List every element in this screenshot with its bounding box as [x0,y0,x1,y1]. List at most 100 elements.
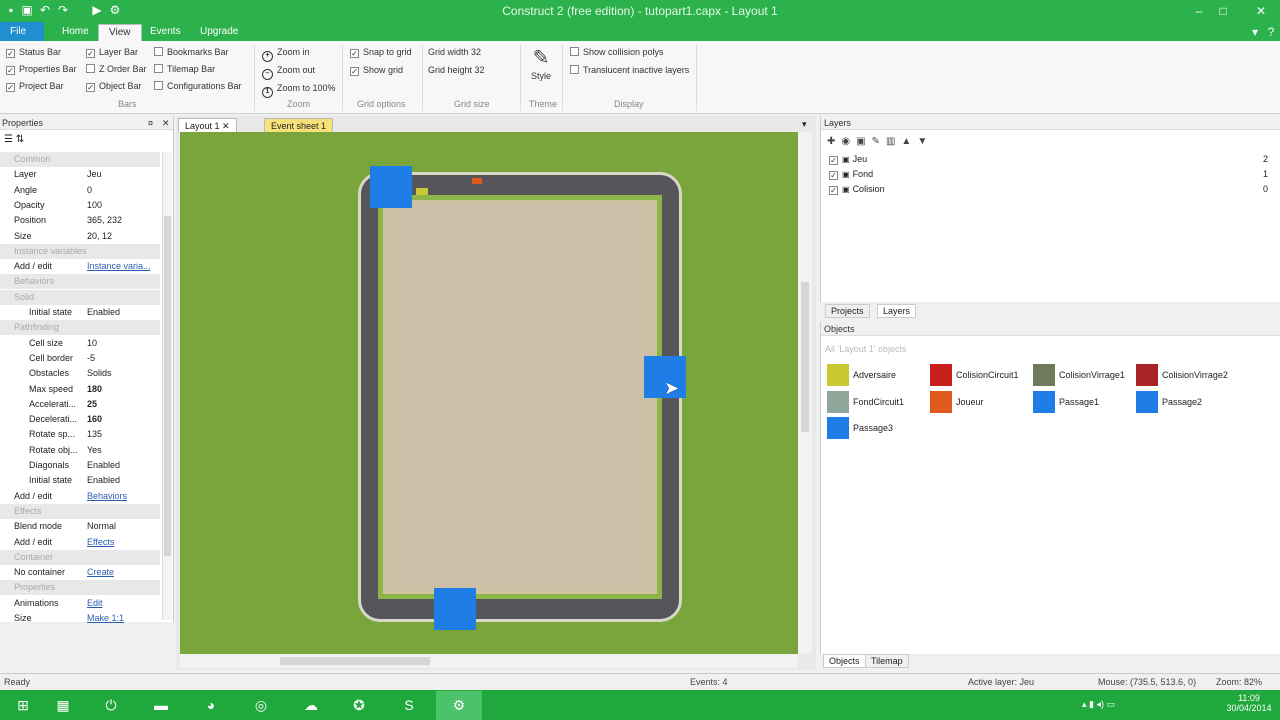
property-value[interactable]: Normal [87,521,116,531]
lock-icon[interactable]: ▣ [842,185,850,194]
object-item[interactable]: Passage1 [1033,390,1133,413]
lock-icon[interactable]: ▣ [856,136,871,147]
tab-event-sheet-1[interactable]: Event sheet 1 [264,118,334,132]
tab-projects[interactable]: Projects [825,304,870,318]
delete-icon[interactable]: ▥ [886,136,901,147]
layer-row[interactable]: ✓ ▣ Colision 0 [829,184,1279,198]
scrollbar-thumb[interactable] [801,282,809,432]
property-section[interactable]: Solid [0,289,160,305]
checkbox-icon[interactable]: ✓ [829,156,838,165]
zoom-in-button[interactable]: + Zoom in [262,47,310,62]
property-link[interactable]: Create [87,567,114,577]
tab-upgrade[interactable]: Upgrade [190,24,248,41]
passage3-instance[interactable] [434,588,476,630]
property-link[interactable]: Instance varia... [87,261,151,271]
file-explorer-icon[interactable]: ▬ [138,691,184,720]
layer-row[interactable]: ✓ ▣ Jeu 2 [829,154,1279,168]
construct-app-icon[interactable]: ⚙ [436,691,482,720]
object-item[interactable]: Passage2 [1136,390,1236,413]
horizontal-scrollbar[interactable] [180,654,798,668]
property-value[interactable]: 365, 232 [87,215,122,225]
joueur-instance[interactable] [472,178,482,184]
edit-icon[interactable]: ✎ [872,136,886,147]
layer-row[interactable]: ✓ ▣ Fond 1 [829,169,1279,183]
property-value[interactable]: 100 [87,200,102,210]
tab-layers[interactable]: Layers [877,304,917,318]
object-item[interactable]: FondCircuit1 [827,390,927,413]
passage1-instance[interactable] [370,166,412,208]
zoom-out-button[interactable]: – Zoom out [262,65,315,80]
configurations-bar-toggle[interactable]: Configurations Bar [154,81,242,91]
object-item[interactable]: Adversaire [827,364,927,386]
move-down-icon[interactable]: ▼ [917,136,933,147]
property-value[interactable]: 25 [87,399,97,409]
property-link[interactable]: Effects [87,537,114,547]
property-value[interactable]: 180 [87,384,102,394]
object-item[interactable]: ColisionCircuit1 [930,364,1030,386]
ribbon-collapse-icon[interactable]: ▾ [1248,25,1262,39]
show-collision-polys-toggle[interactable]: Show collision polys [570,47,664,57]
property-section[interactable]: Properties [0,580,160,596]
checkbox-icon[interactable]: ✓ [829,171,838,180]
layout-canvas[interactable]: ➤ [180,132,798,654]
firefox-icon[interactable]: ◕ [188,691,234,720]
tab-view[interactable]: View [98,24,142,41]
object-item[interactable]: Passage3 [827,417,927,439]
power-app-icon[interactable]: ⏻ [88,691,134,720]
add-layer-icon[interactable]: ✚ [827,136,841,147]
visibility-icon[interactable]: ◉ [841,136,856,147]
property-section[interactable]: Common [0,152,160,167]
property-value[interactable]: 20, 12 [87,231,112,241]
help-icon[interactable]: ? [1264,25,1278,39]
tab-events[interactable]: Events [140,24,191,41]
tab-file[interactable]: File [0,22,44,41]
grid-height-field[interactable]: Grid height 32 [428,65,485,75]
properties-bar-toggle[interactable]: ✓ Properties Bar [6,64,77,75]
property-value[interactable]: Enabled [87,307,120,317]
tab-home[interactable]: Home [52,24,99,41]
checkbox-icon[interactable]: ✓ [829,186,838,195]
scrollbar-thumb[interactable] [164,216,171,556]
property-value[interactable]: Solids [87,368,112,378]
property-section[interactable]: Pathfinding [0,320,160,336]
cloud-app-icon[interactable]: ☁ [288,691,334,720]
show-grid-toggle[interactable]: ✓ Show grid [350,65,403,76]
translucent-inactive-layers-toggle[interactable]: Translucent inactive layers [570,65,689,75]
property-value[interactable]: 0 [87,185,92,195]
property-value[interactable]: Enabled [87,475,120,485]
adversaire-instance[interactable] [416,188,428,195]
property-link[interactable]: Behaviors [87,491,127,501]
status-bar-toggle[interactable]: ✓ Status Bar [6,47,61,58]
chrome-icon[interactable]: ◎ [238,691,284,720]
object-item[interactable]: ColisionVirrage1 [1033,364,1133,386]
tab-layout-1[interactable]: Layout 1 ✕ [178,118,237,132]
network-app-icon[interactable]: ✪ [336,691,382,720]
property-value[interactable]: -5 [87,353,95,363]
property-section[interactable]: Effects [0,503,160,519]
skype-icon[interactable]: S [386,691,432,720]
grid-width-field[interactable]: Grid width 32 [428,47,481,57]
bookmarks-bar-toggle[interactable]: Bookmarks Bar [154,47,229,57]
properties-scrollbar[interactable] [162,152,172,620]
property-link[interactable]: Make 1:1 [87,613,124,623]
pin-icon[interactable]: ¤ [148,118,153,128]
close-button[interactable]: ✕ [1250,2,1272,20]
tray-icons[interactable]: ▴ ▮ ◂) ▭ [1082,699,1115,710]
layer-bar-toggle[interactable]: ✓ Layer Bar [86,47,138,58]
sort-categorized-icon[interactable]: ☰ ⇅ [4,134,24,145]
tab-tilemap[interactable]: Tilemap [865,654,909,668]
property-value[interactable]: Jeu [87,169,102,179]
lock-icon[interactable]: ▣ [842,155,850,164]
tab-objects[interactable]: Objects [823,654,866,668]
lock-icon[interactable]: ▣ [842,170,850,179]
property-value[interactable]: Enabled [87,460,120,470]
project-bar-toggle[interactable]: ✓ Project Bar [6,81,64,92]
tab-close-icon[interactable]: ✕ [222,121,230,131]
property-section[interactable]: Instance variables [0,243,160,259]
property-value[interactable]: 10 [87,338,97,348]
object-item[interactable]: ColisionVirrage2 [1136,364,1236,386]
track-infield[interactable] [378,195,662,599]
objects-filter[interactable]: All 'Layout 1' objects [825,344,906,354]
close-icon[interactable]: ✕ [162,118,170,129]
minimize-button[interactable]: – [1188,2,1210,20]
